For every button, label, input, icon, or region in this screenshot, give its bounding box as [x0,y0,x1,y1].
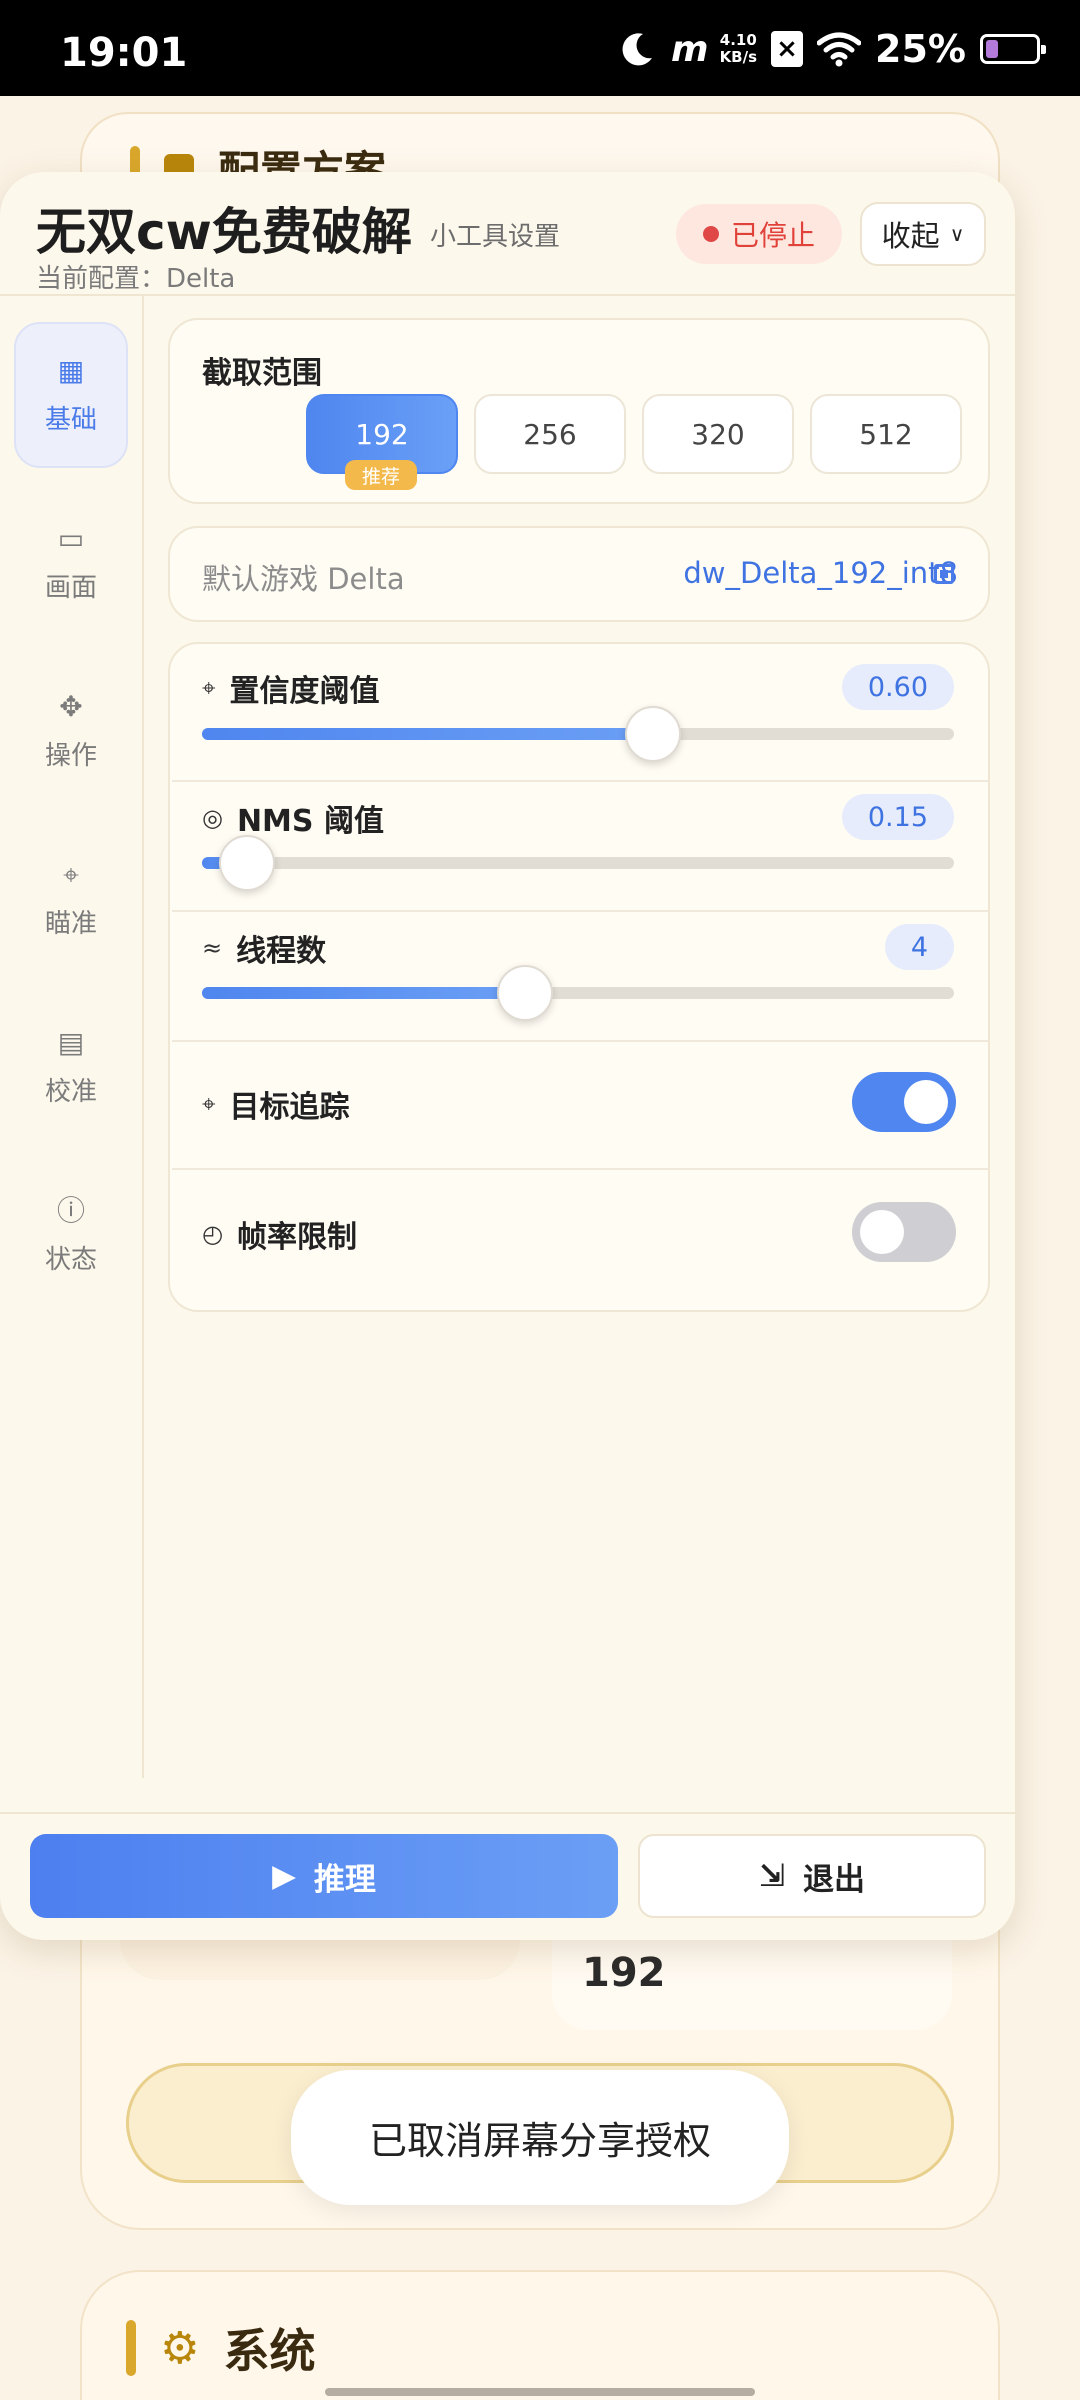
network-speed: 4.10 KB/s [720,32,757,66]
network-speed-value: 4.10 [719,31,757,49]
wifi-icon [817,32,862,67]
gear-icon: ⚙ [160,2322,200,2374]
slider-label-text: NMS 阈值 [236,804,384,839]
thread-count-value: 4 [884,924,954,970]
slider-thumb[interactable] [219,835,276,891]
toggle-label-text: 帧率限制 [236,1220,357,1255]
nav-label: 基础 [44,404,97,435]
status-label: 已停止 [730,219,815,252]
nav-item-basic[interactable]: ▦ 基础 [14,322,128,468]
toggle-knob [904,1080,948,1124]
divider [172,1168,988,1170]
side-nav: ▦ 基础 ▭ 画面 ✥ 操作 ⌖ 瞄准 ▤ 校准 ⓘ 状态 [0,296,144,1778]
panel-header: 无双cw免费破解 小工具设置 当前配置：Delta 已停止 收起 ∨ [0,172,1015,296]
target-tracking-label: ⌖ 目标追踪 [202,1082,350,1126]
crosshair-icon: ⌖ [202,1090,216,1118]
battery-fill [986,40,998,58]
inference-button[interactable]: ▶ 推理 [30,1834,618,1918]
slider-thumb[interactable] [497,965,554,1021]
target-ring-icon: ◎ [202,804,223,832]
nms-threshold-label: ◎ NMS 阈值 [202,796,384,840]
toast-message: 已取消屏幕分享授权 [291,2070,789,2205]
background-value: 192 [582,1950,666,1996]
screen-icon: ▭ [57,521,85,555]
network-speed-unit: KB/s [719,48,758,66]
battery-percent: 25% [875,27,966,71]
nav-label: 画面 [44,572,97,603]
exit-arrow-icon: ⇲ [759,1858,785,1894]
battery-icon [980,34,1046,64]
home-indicator[interactable] [325,2388,755,2396]
grid-icon: ▦ [57,353,85,387]
current-config: 当前配置：Delta [36,264,236,294]
clock-icon: ◴ [202,1220,223,1248]
crosshair-icon: ⌖ [63,857,79,891]
system-label: 系统 [223,2324,316,2378]
status-icons: m 4.10 KB/s × 25% [617,26,1046,72]
thread-count-label: ≈ 线程数 [202,926,326,970]
recommended-badge: 推荐 [345,460,417,490]
inference-label: 推理 [313,1861,376,1898]
carrier-icon: m [671,28,708,70]
crosshair-icon: ⌖ [202,674,216,702]
chevron-down-icon: ∨ [949,222,965,246]
nav-label: 状态 [44,1244,97,1275]
exit-button[interactable]: ⇲ 退出 [638,1834,986,1918]
model-name: dw_Delta_192_int8 [683,556,958,590]
size-option-256[interactable]: 256 [474,394,626,474]
notification-x-icon: × [771,31,804,67]
nms-value: 0.15 [841,794,954,840]
model-chip-icon [934,564,954,584]
nav-item-aim[interactable]: ⌖ 瞄准 [14,826,128,972]
move-icon: ✥ [59,689,83,723]
slider-thumb[interactable] [625,706,682,762]
app-subtitle: 小工具设置 [430,222,561,252]
toggle-knob [860,1210,904,1254]
confidence-slider[interactable] [202,706,954,762]
size-option-512[interactable]: 512 [810,394,962,474]
slider-label-text: 线程数 [236,934,327,969]
exit-label: 退出 [802,1861,865,1898]
thread-count-slider[interactable] [202,965,954,1021]
nav-item-calibrate[interactable]: ▤ 校准 [14,994,128,1140]
info-icon: ⓘ [56,1193,85,1227]
title-accent-bar [126,2320,136,2376]
divider [172,780,988,782]
nav-label: 校准 [44,1076,97,1107]
collapse-label: 收起 [881,219,940,253]
divider [172,910,988,912]
confidence-value: 0.60 [841,664,954,710]
nav-item-status[interactable]: ⓘ 状态 [14,1162,128,1308]
slider-fill [202,987,526,999]
system-title: ⚙ 系统 [126,2315,315,2381]
status-badge: 已停止 [676,204,842,264]
calibrate-icon: ▤ [57,1025,85,1059]
play-icon: ▶ [272,1858,296,1894]
nav-label: 瞄准 [44,908,97,939]
nav-label: 操作 [44,740,97,771]
toggle-label-text: 目标追踪 [229,1090,350,1125]
nav-item-screen[interactable]: ▭ 画面 [14,490,128,636]
status-dot-icon [702,226,719,242]
wave-icon: ≈ [202,934,223,962]
target-tracking-toggle[interactable] [852,1072,956,1132]
confidence-threshold-label: ⌖ 置信度阈值 [202,666,380,710]
clock: 19:01 [60,30,188,76]
status-bar: 19:01 m 4.10 KB/s × 25% [0,0,1080,96]
moon-icon [622,33,653,66]
slider-label-text: 置信度阈值 [229,674,380,709]
default-game-label: 默认游戏 Delta [202,562,405,596]
divider [172,1040,988,1042]
fps-limit-toggle[interactable] [852,1202,956,1262]
slider-fill [202,728,654,740]
collapse-button[interactable]: 收起 ∨ [860,202,986,266]
capture-range-title: 截取范围 [202,356,322,391]
nms-slider[interactable] [202,835,954,891]
size-option-320[interactable]: 320 [642,394,794,474]
app-title: 无双cw免费破解 [36,203,412,261]
fps-limit-label: ◴ 帧率限制 [202,1212,357,1256]
nav-item-operation[interactable]: ✥ 操作 [14,658,128,804]
